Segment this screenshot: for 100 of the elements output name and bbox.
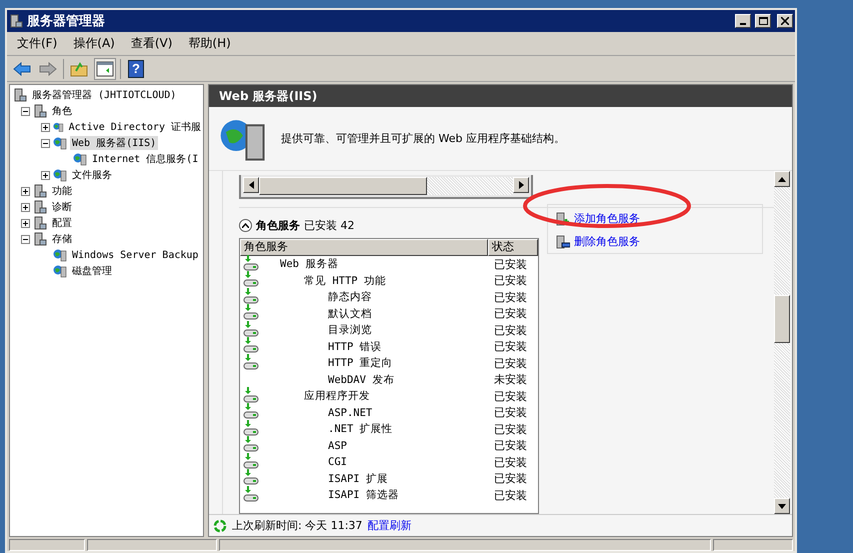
installed-disk-icon (243, 436, 259, 452)
server-icon (33, 184, 47, 198)
installed-disk-icon (243, 386, 259, 403)
table-cell: 已安装 (494, 340, 527, 354)
table-cell: 已安装 (494, 456, 527, 469)
server-icon (33, 216, 47, 230)
installed-disk-icon (243, 486, 259, 502)
plus-box-icon[interactable] (21, 218, 30, 228)
tree-item[interactable]: Windows Server Backup (70, 250, 200, 260)
minus-box-icon[interactable] (21, 234, 30, 244)
panel-title: Web 服务器(IIS) (209, 85, 792, 107)
up-triangle-icon (778, 176, 786, 182)
table-cell: 未安装 (494, 373, 527, 386)
server-icon (9, 14, 23, 28)
table-cell: 常见 HTTP 功能 (304, 274, 386, 287)
installed-disk-icon (243, 403, 259, 420)
plus-box-icon[interactable] (21, 186, 30, 196)
plus-box-icon[interactable] (41, 170, 50, 180)
table-cell: 默认文档 (328, 308, 372, 320)
table-cell: HTTP 错误 (328, 340, 382, 353)
plus-box-icon[interactable] (21, 202, 30, 212)
menu-item[interactable]: 查看(V) (124, 33, 178, 54)
table-cell: 静态内容 (328, 291, 372, 304)
table-cell: 已安装 (494, 488, 527, 502)
panel-description: 提供可靠、可管理并且可扩展的 Web 应用程序基础结构。 (281, 131, 565, 146)
web-server-icon (73, 152, 87, 166)
tree-item[interactable]: 角色 (50, 104, 74, 118)
action-link[interactable]: 添加角色服务 (556, 211, 754, 226)
web-server-icon (53, 136, 67, 150)
table-cell: 已安装 (494, 356, 527, 370)
scrollbar-thumb[interactable] (774, 295, 790, 343)
right-triangle-icon (518, 181, 524, 189)
installed-disk-icon (243, 271, 259, 288)
column-header[interactable]: 状态 (488, 239, 538, 256)
minimize-button[interactable] (735, 14, 751, 28)
tree-item[interactable]: Active Directory 证书服 (66, 120, 203, 134)
installed-disk-icon (243, 452, 259, 469)
server-plus-icon (556, 212, 570, 226)
table-cell: HTTP 重定向 (328, 357, 393, 370)
installed-disk-icon (243, 304, 259, 320)
left-triangle-icon (248, 181, 254, 189)
console-tree-button[interactable] (94, 58, 116, 80)
menu-item[interactable]: 操作(A) (67, 33, 121, 54)
server-minus-icon (556, 234, 570, 248)
table-cell: 已安装 (494, 258, 527, 271)
table-cell: ISAPI 筛选器 (328, 489, 399, 502)
maximize-button[interactable] (755, 14, 771, 28)
section-summary: 已安装 42 (304, 218, 354, 232)
menu-item[interactable]: 帮助(H) (182, 33, 237, 54)
table-cell: .NET 扩展性 (328, 423, 393, 436)
installed-disk-icon (243, 354, 259, 370)
plus-box-icon[interactable] (41, 122, 50, 132)
installed-disk-icon (243, 337, 259, 354)
section-title: 角色服务 (256, 218, 300, 232)
scrollbar-thumb[interactable] (259, 177, 427, 195)
table-cell: 已安装 (494, 274, 527, 288)
tree-root[interactable]: 服务器管理器 (JHTIOTCLOUD) (30, 88, 178, 102)
minus-box-icon[interactable] (41, 138, 50, 148)
table-cell: 已安装 (494, 406, 527, 420)
tree-item[interactable]: Web 服务器(IIS) (70, 136, 158, 150)
table-cell: ISAPI 扩展 (328, 472, 388, 485)
maximize-icon (758, 17, 768, 25)
horizontal-scrollbar[interactable] (239, 175, 533, 199)
refresh-status: 上次刷新时间: 今天 11:37 (232, 518, 362, 533)
help-button[interactable]: ? (128, 60, 144, 78)
table-cell: 已安装 (494, 422, 527, 436)
table-cell: ASP (328, 440, 347, 452)
installed-disk-icon (243, 254, 259, 271)
web-server-icon (53, 120, 64, 134)
tree-item[interactable]: 配置 (50, 216, 74, 230)
action-link[interactable]: 删除角色服务 (556, 234, 754, 249)
table-cell: CGI (328, 456, 347, 468)
configure-refresh-link[interactable]: 配置刷新 (367, 518, 412, 533)
tree-item[interactable]: Internet 信息服务(I (90, 152, 200, 166)
column-header[interactable]: 角色服务 (240, 239, 488, 256)
table-cell: 已安装 (494, 439, 527, 452)
server-icon (13, 88, 27, 102)
table-cell: ASP.NET (328, 406, 372, 419)
close-icon (781, 17, 789, 25)
refresh-icon (213, 518, 227, 532)
close-button[interactable] (777, 14, 793, 28)
server-icon (33, 104, 47, 118)
web-server-icon (53, 248, 67, 262)
tree-item[interactable]: 文件服务 (70, 168, 114, 182)
table-cell: 已安装 (494, 307, 527, 320)
web-server-icon (53, 264, 67, 278)
chevron-icon (242, 222, 249, 228)
tree-item[interactable]: 功能 (50, 184, 74, 198)
tree-item[interactable]: 诊断 (50, 200, 74, 214)
table-cell: 已安装 (494, 472, 527, 486)
collapse-button[interactable] (239, 218, 252, 232)
installed-disk-icon (243, 288, 259, 304)
tree-item[interactable]: 磁盘管理 (70, 264, 114, 278)
server-icon (33, 200, 47, 214)
menu-item[interactable]: 文件(F) (11, 33, 64, 54)
tree-item[interactable]: 存储 (50, 232, 74, 246)
installed-disk-icon (243, 320, 259, 337)
vertical-scrollbar[interactable] (774, 171, 790, 514)
table-cell: WebDAV 发布 (328, 374, 394, 386)
minus-box-icon[interactable] (21, 106, 30, 116)
